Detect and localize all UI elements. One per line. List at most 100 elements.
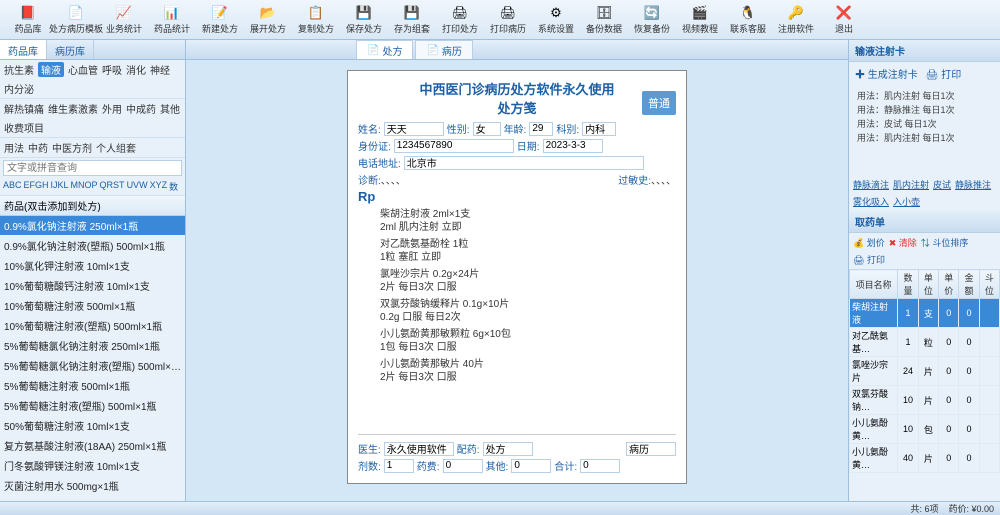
category-item[interactable]: 内分泌	[4, 81, 34, 96]
category-item[interactable]: 个人组套	[96, 140, 136, 155]
drug-item[interactable]: 50%葡萄糖注射液 10ml×1支	[0, 416, 185, 436]
drug-item[interactable]: 5%葡萄糖注射液(塑瓶) 500ml×1瓶	[0, 396, 185, 416]
inj-type-link[interactable]: 入小壶	[893, 195, 920, 208]
category-item[interactable]: 其他	[160, 101, 180, 116]
rx-row[interactable]: 对乙酰氨基…1粒00	[850, 328, 1000, 357]
toolbar-7[interactable]: 💾 保存处方	[340, 2, 388, 37]
rx-row[interactable]: 小儿氨酚黄…40片00	[850, 444, 1000, 473]
alpha-item[interactable]: XYZ	[150, 180, 168, 193]
age-field[interactable]	[529, 122, 553, 136]
toolbar-2[interactable]: 📈 业务统计	[100, 2, 148, 37]
rx-row[interactable]: 双氯芬酸钠…10片00	[850, 386, 1000, 415]
search-input[interactable]	[3, 160, 182, 176]
toolbar-6[interactable]: 📋 复制处方	[292, 2, 340, 37]
tab-prescription[interactable]: 📄处方	[356, 40, 413, 59]
category-item[interactable]: 维生素激素	[48, 101, 98, 116]
alpha-item[interactable]: 数	[169, 180, 178, 193]
toolbar-11[interactable]: ⚙ 系统设置	[532, 2, 580, 37]
category-item[interactable]: 中药	[28, 140, 48, 155]
drug-list[interactable]: 0.9%氯化钠注射液 250ml×1瓶0.9%氯化钠注射液(塑瓶) 500ml×…	[0, 216, 185, 501]
alpha-item[interactable]: IJKL	[51, 180, 69, 193]
price-button[interactable]: 💰 划价	[853, 236, 885, 249]
tab-history-lib[interactable]: 病历库	[47, 40, 94, 59]
drug-item[interactable]: 浓氯化钠 10ml×1支	[0, 496, 185, 501]
other-field[interactable]	[511, 459, 551, 473]
clear-button[interactable]: ✖ 清除	[889, 236, 917, 249]
date-field[interactable]	[543, 139, 603, 153]
toolbar-3[interactable]: 📊 药品统计	[148, 2, 196, 37]
category-item[interactable]: 输液	[38, 62, 64, 77]
toolbar-12[interactable]: 🗄 备份数据	[580, 2, 628, 37]
doctor-field[interactable]	[384, 442, 454, 456]
inj-type-link[interactable]: 雾化吸入	[853, 195, 889, 208]
category-item[interactable]: 中成药	[126, 101, 156, 116]
dept-field[interactable]	[582, 122, 616, 136]
drug-item[interactable]: 5%葡萄糖注射液 500ml×1瓶	[0, 376, 185, 396]
toolbar-5[interactable]: 📂 展开处方	[244, 2, 292, 37]
drug-item[interactable]: 10%葡萄糖注射液(塑瓶) 500ml×1瓶	[0, 316, 185, 336]
drug-item[interactable]: 10%葡萄糖酸钙注射液 10ml×1支	[0, 276, 185, 296]
dosecount-field[interactable]	[384, 459, 414, 473]
rx-row[interactable]: 氯唑沙宗片24片00	[850, 357, 1000, 386]
print-injection-button[interactable]: 🖨 打印	[926, 66, 961, 81]
alpha-item[interactable]: EFGH	[24, 180, 49, 193]
drug-item[interactable]: 0.9%氯化钠注射液 250ml×1瓶	[0, 216, 185, 236]
toolbar-17[interactable]: ❌ 退出	[820, 2, 868, 37]
rx-row[interactable]: 小儿氨酚黄…10包00	[850, 415, 1000, 444]
inj-type-link[interactable]: 肌内注射	[893, 178, 929, 191]
toolbar-16[interactable]: 🔑 注册软件	[772, 2, 820, 37]
toolbar-4[interactable]: 📝 新建处方	[196, 2, 244, 37]
toolbar-15[interactable]: 🐧 联系客服	[724, 2, 772, 37]
tab-medical-record[interactable]: 📄病历	[415, 40, 472, 59]
category-item[interactable]: 解热镇痛	[4, 101, 44, 116]
rx-item[interactable]: 小儿氨酚黄那敏片 40片2片 每日3次 口服	[380, 358, 676, 384]
sort-button[interactable]: ⇅ 斗位排序	[921, 236, 969, 249]
rx-row[interactable]: 柴胡注射液1支00	[850, 299, 1000, 328]
rx-item[interactable]: 对乙酰氨基酚栓 1粒1粒 塞肛 立即	[380, 238, 676, 264]
gen-injection-card-button[interactable]: ✚ 生成注射卡	[855, 66, 918, 81]
sex-field[interactable]	[473, 122, 501, 136]
drug-item[interactable]: 5%葡萄糖氯化钠注射液 250ml×1瓶	[0, 336, 185, 356]
inj-type-link[interactable]: 皮试	[933, 178, 951, 191]
category-item[interactable]: 消化	[126, 62, 146, 77]
category-item[interactable]: 用法	[4, 140, 24, 155]
inj-type-link[interactable]: 静脉推注	[955, 178, 991, 191]
drug-item[interactable]: 10%葡萄糖注射液 500ml×1瓶	[0, 296, 185, 316]
drug-item[interactable]: 0.9%氯化钠注射液(塑瓶) 500ml×1瓶	[0, 236, 185, 256]
category-item[interactable]: 外用	[102, 101, 122, 116]
toolbar-8[interactable]: 💾 存为组套	[388, 2, 436, 37]
category-item[interactable]: 心血管	[68, 62, 98, 77]
diag-value[interactable]: 、、、、	[381, 172, 618, 187]
alpha-item[interactable]: ABC	[3, 180, 22, 193]
category-item[interactable]: 神经	[150, 62, 170, 77]
category-item[interactable]: 中医方剂	[52, 140, 92, 155]
history-field[interactable]	[626, 442, 676, 456]
category-item[interactable]: 收费项目	[4, 120, 44, 135]
rx-item[interactable]: 氯唑沙宗片 0.2g×24片2片 每日3次 口服	[380, 268, 676, 294]
id-field[interactable]	[394, 139, 514, 153]
toolbar-1[interactable]: 📄 处方病历模板	[52, 2, 100, 37]
tel-field[interactable]	[404, 156, 644, 170]
rx-item[interactable]: 小儿氨酚黄那敏颗粒 6g×10包1包 每日3次 口服	[380, 328, 676, 354]
drug-item[interactable]: 门冬氨酸钾镁注射液 10ml×1支	[0, 456, 185, 476]
alpha-item[interactable]: UVW	[127, 180, 148, 193]
drug-item[interactable]: 10%氯化钾注射液 10ml×1支	[0, 256, 185, 276]
dispense-field[interactable]	[483, 442, 533, 456]
rx-item[interactable]: 双氯芬酸钠缓释片 0.1g×10片0.2g 口服 每日2次	[380, 298, 676, 324]
toolbar-0[interactable]: 📕 药品库	[4, 2, 52, 37]
toolbar-13[interactable]: 🔄 恢复备份	[628, 2, 676, 37]
print-rx-button[interactable]: 🖨 打印	[853, 253, 885, 266]
total-field[interactable]	[580, 459, 620, 473]
allergy-value[interactable]: 、、、、	[651, 172, 676, 187]
drug-item[interactable]: 5%葡萄糖氯化钠注射液(塑瓶) 500ml×1瓶	[0, 356, 185, 376]
fee-field[interactable]	[443, 459, 483, 473]
toolbar-14[interactable]: 🎬 视频教程	[676, 2, 724, 37]
category-item[interactable]: 抗生素	[4, 62, 34, 77]
name-field[interactable]	[384, 122, 444, 136]
tab-drug-lib[interactable]: 药品库	[0, 40, 47, 59]
drug-item[interactable]: 灭菌注射用水 500mg×1瓶	[0, 476, 185, 496]
toolbar-9[interactable]: 🖨 打印处方	[436, 2, 484, 37]
drug-item[interactable]: 复方氨基酸注射液(18AA) 250ml×1瓶	[0, 436, 185, 456]
alpha-item[interactable]: QRST	[100, 180, 125, 193]
toolbar-10[interactable]: 🖨 打印病历	[484, 2, 532, 37]
